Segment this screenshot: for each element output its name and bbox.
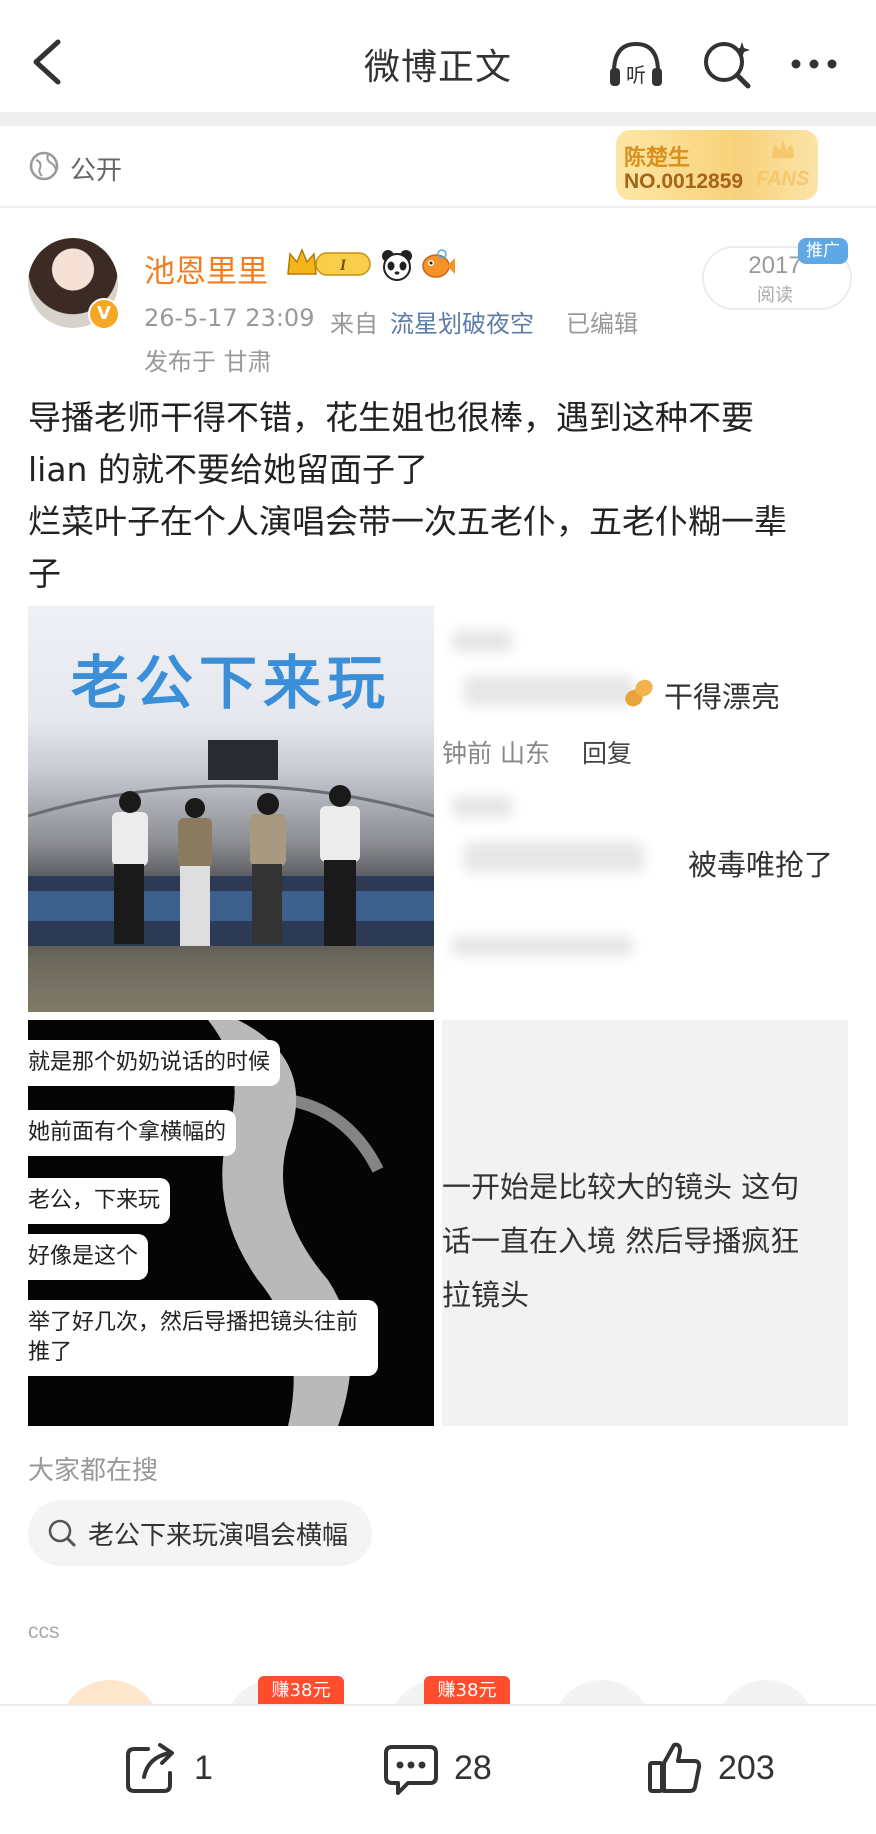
stage-scene <box>28 740 434 946</box>
post-line: lian 的就不要给她留面子了 <box>28 450 428 489</box>
post-line: 子 <box>28 554 61 593</box>
visibility-label: 公开 <box>70 156 123 186</box>
comment-text: 干得漂亮 <box>664 680 781 714</box>
post-image-comments[interactable]: 干得漂亮 钟前 山东 回复 被毒唯抢了 <box>442 606 848 1012</box>
search-suggestion-chip[interactable]: 老公下来玩演唱会横幅 <box>28 1500 373 1566</box>
fan-badge-number: NO.0012859 <box>624 170 744 193</box>
globe-icon <box>29 151 59 181</box>
edited-label[interactable]: 已编辑 <box>566 304 638 339</box>
divider <box>0 112 876 126</box>
recommend-label: ccs <box>28 1620 60 1643</box>
search-icon <box>48 1519 76 1547</box>
like-button[interactable]: 203 <box>646 1736 775 1800</box>
crown-icon <box>772 140 794 158</box>
post-line: 导播老师干得不错，花生姐也很棒，遇到这种不要 <box>28 398 754 437</box>
chat-bubble: 好像是这个 <box>28 1234 149 1280</box>
chat-bubble-line: 举了好几次，然后导播把镜头往前 <box>28 1310 359 1335</box>
reads-label: 阅读 <box>757 285 793 306</box>
vip-level-badge-icon[interactable]: I <box>286 248 374 278</box>
chat-bubble: 就是那个奶奶说话的时候 <box>28 1040 281 1086</box>
peanut-icon <box>625 679 653 707</box>
banner-text: 老公下来玩 <box>70 649 391 717</box>
fan-badge-tag: FANS <box>756 168 810 190</box>
vip-level-text: I <box>339 257 347 274</box>
comment-count: 28 <box>454 1748 492 1787</box>
comment-button[interactable]: 28 <box>382 1736 492 1800</box>
repost-count: 1 <box>194 1748 213 1787</box>
listen-label: 听 <box>626 63 646 87</box>
more-icon[interactable] <box>784 38 844 90</box>
fish-icon <box>422 249 455 278</box>
like-count: 203 <box>718 1748 775 1787</box>
chat-bubble: 她前面有个拿横幅的 <box>28 1110 237 1156</box>
reply-link: 回复 <box>582 739 633 768</box>
chat-bubble: 老公，下来玩 <box>28 1178 171 1224</box>
post-from-label: 来自 <box>330 310 378 338</box>
verified-badge-icon: V <box>88 298 120 330</box>
chat-bubble: 举了好几次，然后导播把镜头往前 推了 <box>28 1300 378 1376</box>
caption-line: 话一直在入境 然后导播疯狂 <box>442 1224 800 1258</box>
repost-icon <box>126 1743 174 1793</box>
post-image-text[interactable]: 一开始是比较大的镜头 这句 话一直在入境 然后导播疯狂 拉镜头 <box>442 1020 848 1426</box>
panda-icon <box>382 250 412 281</box>
earn-tag: 赚38元 <box>258 1676 344 1706</box>
post-body[interactable]: 导播老师干得不错，花生姐也很棒，遇到这种不要 lian 的就不要给她留面子了 烂… <box>28 392 848 600</box>
earn-tag: 赚38元 <box>424 1676 510 1706</box>
post-line: 烂菜叶子在个人演唱会带一次五老仆，五老仆糊一辈 <box>28 502 787 541</box>
repost-button[interactable]: 1 <box>122 1736 213 1800</box>
chat-bubble-line: 推了 <box>28 1340 73 1365</box>
search-sparkle-icon[interactable] <box>698 38 758 90</box>
caption-line: 拉镜头 <box>442 1278 530 1312</box>
post-image-chat[interactable]: 就是那个奶奶说话的时候 她前面有个拿横幅的 老公，下来玩 好像是这个 举了好几次… <box>28 1020 434 1426</box>
author-name[interactable]: 池恩里里 <box>144 246 268 291</box>
search-suggestion-text: 老公下来玩演唱会横幅 <box>88 1520 349 1551</box>
post-time: 26-5-17 23:09 <box>144 304 315 332</box>
post-image-concert[interactable]: 老公下来玩 <box>28 606 434 1012</box>
listen-headphones-icon[interactable]: 听 <box>606 38 666 90</box>
comment-meta: 钟前 山东 <box>442 739 550 768</box>
fan-badge-name: 陈楚生 <box>624 146 691 171</box>
post-location: 发布于 甘肃 <box>144 348 272 376</box>
comment-icon <box>384 1745 438 1795</box>
comment-text: 被毒唯抢了 <box>688 848 834 882</box>
caption-line: 一开始是比较大的镜头 这句 <box>442 1170 800 1204</box>
thumbs-up-icon <box>648 1742 702 1793</box>
trending-search-heading: 大家都在搜 <box>28 1456 159 1486</box>
post-source-link[interactable]: 流星划破夜空 <box>390 304 534 339</box>
promotion-tag: 推广 <box>798 238 848 264</box>
image-caption: 一开始是比较大的镜头 这句 话一直在入境 然后导播疯狂 拉镜头 <box>442 1160 848 1322</box>
